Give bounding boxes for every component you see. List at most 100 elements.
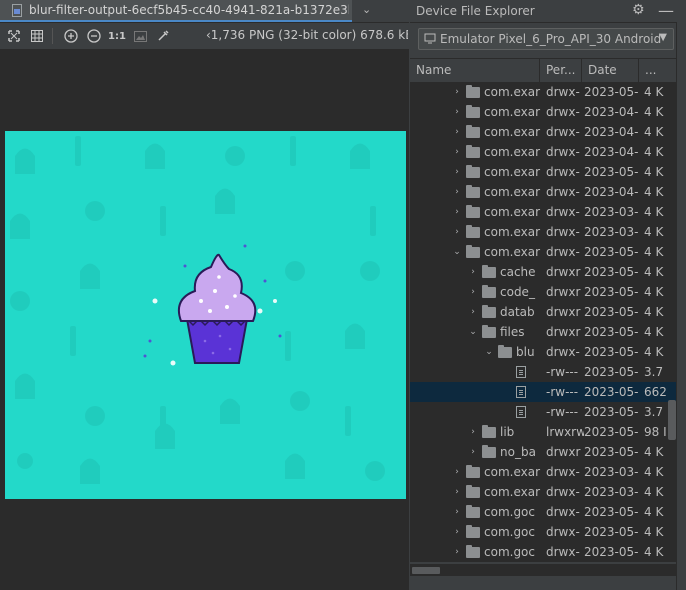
image-viewer	[0, 50, 409, 590]
file-date: 2023-03-	[584, 205, 638, 219]
file-row[interactable]: › com.goc drwx- 2023-05- 4 K	[410, 542, 676, 562]
folder-icon	[466, 244, 480, 258]
file-date: 2023-05-	[584, 165, 638, 179]
file-row[interactable]: › com.exar drwx- 2023-05- 4 K	[410, 82, 676, 102]
chevron-right-icon[interactable]: ›	[452, 527, 462, 537]
chevron-right-icon[interactable]: ›	[452, 187, 462, 197]
horizontal-scrollbar[interactable]	[412, 567, 440, 574]
file-size: 4 K	[644, 265, 664, 279]
grid-icon[interactable]	[28, 27, 46, 45]
column-header-size[interactable]: ...	[639, 59, 676, 82]
file-row[interactable]: › cache drwxr 2023-05- 4 K	[410, 262, 676, 282]
file-row[interactable]: › com.exar drwx- 2023-03- 4 K	[410, 482, 676, 502]
column-header-date[interactable]: Date	[582, 59, 639, 82]
file-row[interactable]: › com.goc drwx- 2023-05- 4 K	[410, 502, 676, 522]
chevron-right-icon[interactable]: ›	[452, 107, 462, 117]
chevron-right-icon[interactable]: ›	[452, 167, 462, 177]
chevron-right-icon[interactable]: ›	[468, 287, 478, 297]
preview-image	[5, 131, 406, 499]
file-table-header: Name Per... Date ...	[410, 58, 676, 83]
file-row[interactable]: › com.exar drwx- 2023-03- 4 K	[410, 222, 676, 242]
chevron-right-icon[interactable]: ›	[452, 207, 462, 217]
file-row[interactable]: › code_ drwxr 2023-05- 4 K	[410, 282, 676, 302]
file-row[interactable]: -rw--- 2023-05- 662	[410, 382, 676, 402]
file-row[interactable]: › com.goc drwx- 2023-05- 4 K	[410, 522, 676, 542]
chevron-down-icon[interactable]: ⌄	[484, 347, 494, 357]
chevron-right-icon[interactable]: ›	[452, 127, 462, 137]
file-row[interactable]: -rw--- 2023-05- 3.7	[410, 402, 676, 422]
file-size: 4 K	[644, 185, 664, 199]
file-row[interactable]: › com.exar drwx- 2023-04- 4 K	[410, 102, 676, 122]
file-size: 4 K	[644, 165, 664, 179]
zoom-in-icon[interactable]	[62, 27, 80, 45]
device-selector[interactable]: Emulator Pixel_6_Pro_API_30 Android ▼	[418, 28, 674, 50]
file-date: 2023-05-	[584, 445, 638, 459]
file-size: 4 K	[644, 345, 664, 359]
file-size: 4 K	[644, 145, 664, 159]
file-row[interactable]: -rw--- 2023-05- 3.7	[410, 362, 676, 382]
file-row[interactable]: › com.exar drwx- 2023-05- 4 K	[410, 162, 676, 182]
column-header-name[interactable]: Name	[410, 59, 540, 82]
column-header-permissions[interactable]: Per...	[540, 59, 582, 82]
color-picker-icon[interactable]	[154, 27, 172, 45]
file-size: 4 K	[644, 505, 664, 519]
chevron-right-icon[interactable]: ›	[452, 147, 462, 157]
editor-tab[interactable]: blur-filter-output-6ecf5b45-cc40-4941-82…	[0, 0, 352, 22]
file-size: 3.7	[644, 365, 664, 379]
image-info: ‹1,736 PNG (32-bit color) 678.6 kB	[206, 28, 408, 42]
file-permissions: drwx-	[546, 525, 580, 539]
file-size: 4 K	[644, 245, 664, 259]
background-icon[interactable]	[131, 27, 149, 45]
chevron-down-icon[interactable]: ⌄	[362, 3, 371, 16]
actual-size-button[interactable]: 1:1	[108, 27, 126, 45]
file-permissions: drwx-	[546, 545, 580, 559]
chevron-right-icon[interactable]: ›	[452, 487, 462, 497]
file-permissions: drwx-	[546, 205, 580, 219]
file-date: 2023-05-	[584, 505, 638, 519]
file-permissions: drwx-	[546, 165, 580, 179]
file-row[interactable]: › no_ba drwxr 2023-05- 4 K	[410, 442, 676, 462]
image-file-icon	[12, 3, 22, 17]
chevron-down-icon[interactable]: ⌄	[468, 327, 478, 337]
file-row[interactable]: › datab drwxr 2023-05- 4 K	[410, 302, 676, 322]
chevron-right-icon[interactable]: ›	[452, 467, 462, 477]
file-date: 2023-05-	[584, 385, 638, 399]
minimize-icon[interactable]: —	[658, 1, 674, 20]
file-row[interactable]: › com.exar drwx- 2023-04- 4 K	[410, 122, 676, 142]
chevron-right-icon[interactable]: ›	[468, 427, 478, 437]
explorer-header: Device File Explorer	[410, 0, 686, 23]
gear-icon[interactable]: ⚙	[632, 2, 645, 18]
device-selector-value: Emulator Pixel_6_Pro_API_30 Android	[440, 32, 662, 46]
chevron-right-icon[interactable]: ›	[452, 547, 462, 557]
folder-icon	[466, 184, 480, 198]
chevron-right-icon[interactable]: ›	[452, 507, 462, 517]
folder-icon	[466, 144, 480, 158]
file-row[interactable]: ⌄ blu drwx- 2023-05- 4 K	[410, 342, 676, 362]
folder-icon	[466, 484, 480, 498]
chevron-right-icon[interactable]: ›	[452, 87, 462, 97]
file-row[interactable]: › com.exar drwx- 2023-04- 4 K	[410, 142, 676, 162]
folder-icon	[466, 224, 480, 238]
file-row[interactable]: › lib lrwxrw 2023-05- 98 I	[410, 422, 676, 442]
file-permissions: -rw---	[546, 405, 579, 419]
folder-icon	[482, 424, 496, 438]
file-date: 2023-05-	[584, 285, 638, 299]
file-date: 2023-05-	[584, 345, 638, 359]
chevron-right-icon[interactable]: ›	[452, 227, 462, 237]
file-permissions: drwxr	[546, 305, 581, 319]
chevron-right-icon[interactable]: ›	[468, 307, 478, 317]
file-row[interactable]: ⌄ com.exar drwx- 2023-05- 4 K	[410, 242, 676, 262]
file-row[interactable]: ⌄ files drwxr 2023-05- 4 K	[410, 322, 676, 342]
chevron-right-icon[interactable]: ›	[468, 267, 478, 277]
file-permissions: drwxr	[546, 445, 581, 459]
fit-screen-icon[interactable]	[5, 27, 23, 45]
file-row[interactable]: › com.exar drwx- 2023-03- 4 K	[410, 202, 676, 222]
file-row[interactable]: › com.exar drwx- 2023-03- 4 K	[410, 462, 676, 482]
chevron-down-icon[interactable]: ⌄	[452, 247, 462, 257]
file-row[interactable]: › com.exar drwx- 2023-04- 4 K	[410, 182, 676, 202]
zoom-out-icon[interactable]	[85, 27, 103, 45]
vertical-scrollbar[interactable]	[668, 400, 676, 440]
file-name: com.goc	[484, 505, 535, 519]
file-date: 2023-05-	[584, 365, 638, 379]
chevron-right-icon[interactable]: ›	[468, 447, 478, 457]
